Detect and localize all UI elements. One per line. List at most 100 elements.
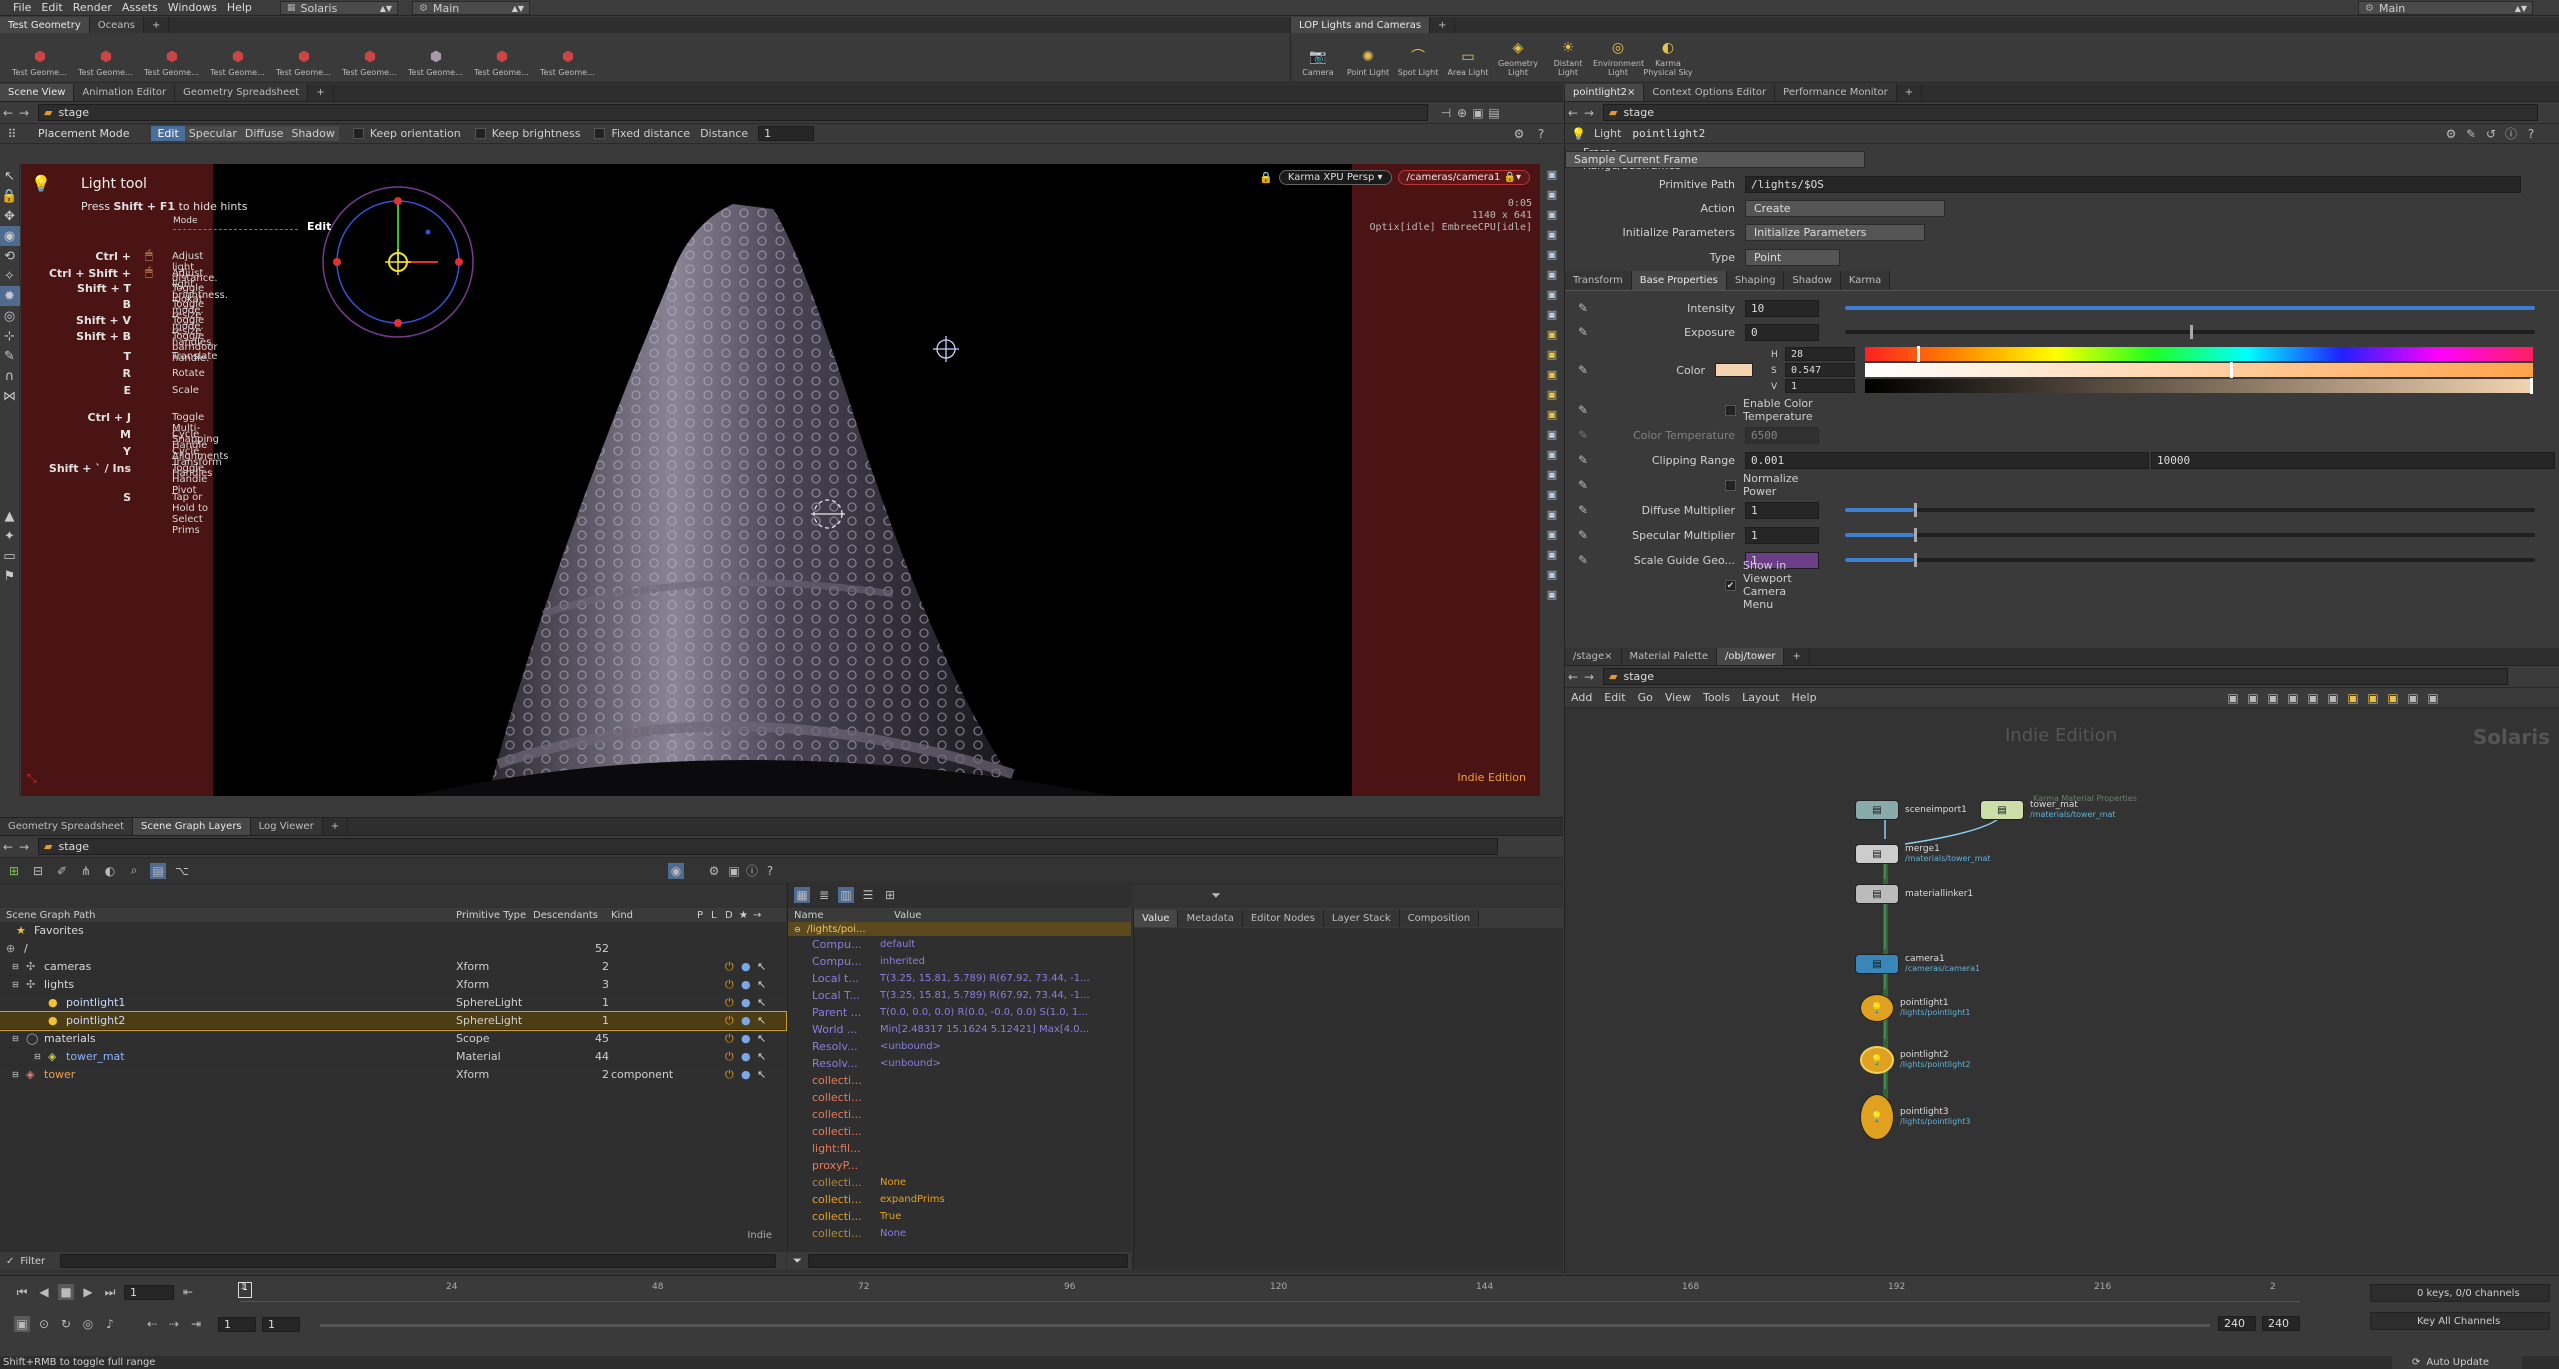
- subtab-base-properties[interactable]: Base Properties: [1631, 271, 1727, 290]
- filter-icon[interactable]: ▤: [150, 862, 166, 879]
- menu-render[interactable]: Render: [68, 1, 117, 14]
- specular-slider[interactable]: [1845, 533, 2535, 537]
- diffuse-field[interactable]: 1: [1745, 501, 1819, 519]
- inspector-row[interactable]: collecti...: [788, 1123, 1188, 1140]
- edit-pencil-icon[interactable]: ✎: [1575, 402, 1591, 418]
- inspector-row[interactable]: Local t... T(3.25, 15.81, 5.789) R(67.92,…: [788, 970, 1188, 987]
- gear-icon[interactable]: ⚙: [706, 863, 722, 879]
- tab-animation-editor[interactable]: Animation Editor: [74, 84, 176, 101]
- select-arrow-icon[interactable]: ↖: [757, 996, 766, 1009]
- color-icon[interactable]: ▣: [2345, 690, 2361, 706]
- search-icon[interactable]: ⌕: [126, 863, 142, 879]
- forward-arrow-icon[interactable]: →: [16, 105, 32, 121]
- row-view-icon[interactable]: ☰: [860, 887, 876, 903]
- gear-icon[interactable]: ⚙: [1511, 126, 1527, 142]
- visibility-icon[interactable]: ◐: [102, 863, 118, 879]
- visibility-icon[interactable]: ▣: [1543, 404, 1561, 424]
- current-frame-field[interactable]: 1: [124, 1284, 174, 1300]
- exposure-field[interactable]: 0: [1745, 323, 1819, 341]
- step-icon[interactable]: ⇤: [180, 1284, 196, 1300]
- scenegraph-path-field[interactable]: ▰ stage: [38, 838, 1498, 855]
- edit-pencil-icon[interactable]: ✎: [1575, 362, 1591, 378]
- stop-icon[interactable]: ■: [58, 1284, 74, 1300]
- power-icon[interactable]: ⏻: [725, 1014, 734, 1028]
- sat-knob[interactable]: [2230, 362, 2234, 378]
- node-tower-mat[interactable]: ▤ tower_mat/materials/tower_mat: [1980, 800, 2116, 820]
- timeline-cursor[interactable]: 1: [238, 1282, 252, 1298]
- diffuse-mode-button[interactable]: Diffuse: [240, 126, 288, 141]
- back-arrow-icon[interactable]: ←: [0, 839, 16, 855]
- inspector-row[interactable]: collecti...: [788, 1106, 1188, 1123]
- inspector-row[interactable]: collecti... expandPrims: [788, 1191, 1188, 1208]
- renderer-menu[interactable]: Karma XPU Persp ▾: [1278, 170, 1392, 185]
- viewport[interactable]: 💡 Light tool Press Shift + F1 to hide hi…: [21, 164, 1540, 796]
- options-icon[interactable]: ▣: [1543, 564, 1561, 584]
- tab-editor-nodes[interactable]: Editor Nodes: [1242, 909, 1324, 927]
- cut-icon[interactable]: ▣: [2225, 690, 2241, 706]
- network-menu-go[interactable]: Go: [1638, 691, 1653, 704]
- node-merge1[interactable]: ▤ merge1/materials/tower_mat: [1855, 844, 1991, 864]
- bg-icon[interactable]: ▣: [1543, 524, 1561, 544]
- menu-file[interactable]: File: [8, 1, 36, 14]
- shelf-tool-distant-light[interactable]: ☀ Distant Light: [1543, 37, 1593, 78]
- key-prev-icon[interactable]: ⇠: [144, 1316, 160, 1332]
- expand-toggle-icon[interactable]: ⊟: [12, 1070, 19, 1079]
- lock-view-icon[interactable]: ▣: [1543, 204, 1561, 224]
- menu-windows[interactable]: Windows: [163, 1, 222, 14]
- solo-icon[interactable]: ●: [741, 996, 751, 1009]
- tree-row[interactable]: ⊟ ✣ lights Xform 3 ⏻ ● ↖: [0, 976, 786, 994]
- camera-icon[interactable]: ◉: [668, 862, 684, 879]
- diffuse-knob[interactable]: [1914, 503, 1917, 517]
- collapse-icon[interactable]: ⊟: [30, 863, 46, 879]
- inspector-filter-input[interactable]: [807, 1254, 1128, 1268]
- help-icon[interactable]: ?: [762, 863, 778, 879]
- gear-icon[interactable]: ⚙: [2443, 126, 2459, 142]
- v-field[interactable]: 1: [1785, 379, 1855, 393]
- camera-view-icon[interactable]: ▣: [1543, 184, 1561, 204]
- h-field[interactable]: 28: [1785, 347, 1855, 361]
- keep-brightness-checkbox[interactable]: [474, 128, 486, 139]
- edit-mode-button[interactable]: Edit: [151, 126, 185, 141]
- network-menu-tools[interactable]: Tools: [1703, 691, 1730, 704]
- column-view-icon[interactable]: ▥: [838, 887, 854, 903]
- tab-pointlight2[interactable]: pointlight2 ×: [1565, 84, 1645, 101]
- tab-value[interactable]: Value: [1134, 909, 1179, 927]
- hue-knob[interactable]: [1917, 346, 1921, 362]
- add-shelf-tab-button[interactable]: +: [144, 17, 170, 33]
- node-camera1[interactable]: ▤ camera1/cameras/camera1: [1855, 954, 1980, 974]
- solo-icon[interactable]: ●: [741, 1050, 751, 1063]
- right-context-selector[interactable]: ⚙ Main ▲▼: [2358, 1, 2533, 15]
- audio-icon[interactable]: ♪: [102, 1316, 118, 1332]
- tree-column-primitive-type[interactable]: Primitive Type: [456, 910, 526, 921]
- help-icon[interactable]: ?: [2523, 126, 2539, 142]
- light-placement-icon[interactable]: ✹: [0, 286, 20, 306]
- info-icon[interactable]: ⓘ: [744, 863, 760, 879]
- tab-performance-monitor[interactable]: Performance Monitor: [1775, 84, 1897, 101]
- select-arrow-icon[interactable]: ↖: [757, 1068, 766, 1081]
- tree-row[interactable]: ● pointlight2 SphereLight 1 ⏻ ● ↖: [0, 1011, 787, 1031]
- inspector-row[interactable]: World ... Min[2.48317 15.1624 5.12421] Ma…: [788, 1021, 1188, 1038]
- link-icon[interactable]: ⊕: [1454, 105, 1470, 121]
- shelf-tab-test-geometry[interactable]: Test Geometry: [0, 17, 90, 33]
- tree-row[interactable]: ⊟ ◈ tower_mat Material 44 ⏻ ● ↖: [0, 1048, 786, 1066]
- camera-menu[interactable]: /cameras/camera1 🔒▾: [1397, 170, 1530, 185]
- specular-mode-button[interactable]: Specular: [184, 126, 241, 141]
- save-icon[interactable]: ▣: [726, 863, 742, 879]
- handle-icon[interactable]: ✧: [0, 266, 20, 286]
- paste-icon[interactable]: ▣: [2245, 690, 2261, 706]
- subtab-shadow[interactable]: Shadow: [1784, 271, 1841, 290]
- shelf-tool-test-geometry-1[interactable]: ⬢ Test Geometry: C...: [12, 37, 68, 78]
- shelf-tool-test-geometry-5[interactable]: ⬢ Test Geometry: S...: [276, 37, 332, 78]
- diffuse-slider[interactable]: [1845, 508, 2535, 512]
- type-menu[interactable]: Point: [1745, 248, 1840, 266]
- shelf-tool-camera[interactable]: 📷 Camera: [1293, 37, 1343, 78]
- shelf-tool-area-light[interactable]: ▭ Area Light: [1443, 37, 1493, 78]
- viewer-options-icon[interactable]: ▣: [1470, 105, 1486, 121]
- expand-toggle-icon[interactable]: ⊟: [34, 1052, 41, 1061]
- tree-row[interactable]: ⊟ ◈ tower Xform 2 component ⏻ ● ↖: [0, 1066, 786, 1084]
- subtab-karma[interactable]: Karma: [1840, 271, 1891, 290]
- frame-icon[interactable]: ▣: [1543, 384, 1561, 404]
- add-shelf-tab-button[interactable]: +: [1430, 17, 1456, 33]
- rotate-icon[interactable]: ⟲: [0, 246, 20, 266]
- select-arrow-icon[interactable]: ↖: [757, 978, 766, 991]
